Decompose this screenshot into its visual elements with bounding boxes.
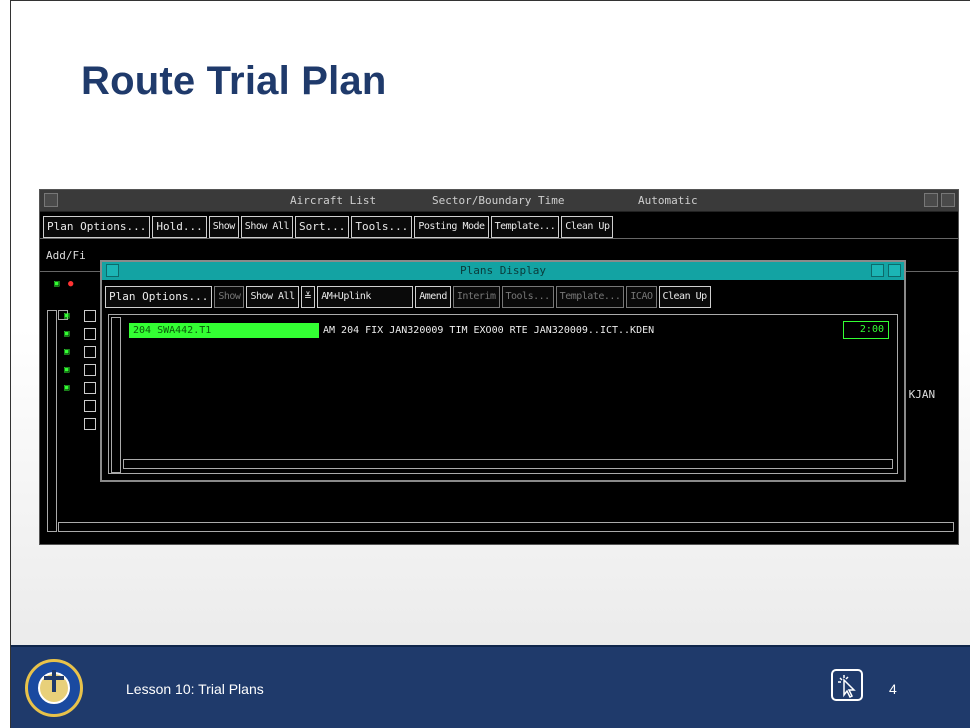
icao-button[interactable]: ICAO xyxy=(626,286,657,308)
hold-button[interactable]: Hold... xyxy=(152,216,207,238)
page-number: 4 xyxy=(889,681,897,697)
show-button[interactable]: Show xyxy=(214,286,245,308)
row-flight-icon: ▣ xyxy=(64,311,70,321)
slide-footer: Lesson 10: Trial Plans 4 xyxy=(11,645,970,728)
flight-plan-icon: ▣ xyxy=(54,279,60,289)
alert-icon: ● xyxy=(68,279,74,289)
aircraft-list-title: Aircraft List xyxy=(290,194,377,207)
screenshot-area: Aircraft List Sector/Boundary Time Autom… xyxy=(39,189,959,545)
automatic-label: Automatic xyxy=(638,194,698,207)
plans-list-panel: 204 SWA442.T1 AM 204 FIX JAN320009 TIM E… xyxy=(108,314,898,474)
row-checkbox[interactable] xyxy=(84,346,96,358)
row-flight-icon: ▣ xyxy=(64,383,70,393)
plan-options-button[interactable]: Plan Options... xyxy=(105,286,213,308)
template-button[interactable]: Template... xyxy=(490,216,560,238)
plans-display-title: Plans Display xyxy=(459,264,547,277)
aircraft-list-toolbar: Plan Options... Hold... Show Show All So… xyxy=(40,214,616,240)
aircraft-list-titlebar: Aircraft List Sector/Boundary Time Autom… xyxy=(40,190,958,212)
maximize-button[interactable] xyxy=(941,193,955,207)
minimize-button[interactable] xyxy=(924,193,938,207)
route-destination-text: .KJAN xyxy=(902,388,936,401)
tools-button[interactable]: Tools... xyxy=(501,286,554,308)
plan-route-text[interactable]: AM 204 FIX JAN320009 TIM EXO00 RTE JAN32… xyxy=(323,323,654,338)
row-checkbox[interactable] xyxy=(84,364,96,376)
plans-display-window: Plans Display Plan Options... Show Show … xyxy=(100,260,906,482)
row-checkbox[interactable] xyxy=(84,400,96,412)
sort-button[interactable]: Sort... xyxy=(294,216,350,238)
template-button[interactable]: Template... xyxy=(555,286,625,308)
posting-mode-button[interactable]: Posting Mode xyxy=(414,216,489,238)
window-menu-button[interactable] xyxy=(44,193,58,207)
row-checkbox[interactable] xyxy=(84,382,96,394)
show-all-button[interactable]: Show All xyxy=(246,286,299,308)
faa-seal-icon xyxy=(25,659,83,717)
selected-plan-id[interactable]: 204 SWA442.T1 xyxy=(129,323,319,338)
add-fix-label: Add/Fi xyxy=(46,249,86,262)
maximize-button[interactable] xyxy=(888,264,901,277)
show-all-button[interactable]: Show All xyxy=(240,216,293,238)
plans-display-toolbar: Plan Options... Show Show All ≚ AM+Uplin… xyxy=(102,284,714,310)
plans-horizontal-scrollbar[interactable] xyxy=(123,459,893,469)
interim-button[interactable]: Interim xyxy=(452,286,500,308)
row-checkbox[interactable] xyxy=(84,418,96,430)
slide: Route Trial Plan Aircraft List Sector/Bo… xyxy=(10,0,970,728)
plans-vertical-scrollbar[interactable] xyxy=(111,317,121,473)
row-checkbox[interactable] xyxy=(84,328,96,340)
plans-display-titlebar: Plans Display xyxy=(102,262,904,280)
clean-up-button[interactable]: Clean Up xyxy=(561,216,614,238)
cursor-click-icon[interactable] xyxy=(831,669,863,701)
tools-button[interactable]: Tools... xyxy=(351,216,413,238)
lesson-label: Lesson 10: Trial Plans xyxy=(126,681,264,697)
plan-options-button[interactable]: Plan Options... xyxy=(43,216,151,238)
clean-up-button[interactable]: Clean Up xyxy=(658,286,711,308)
plan-time-field[interactable]: 2:00 xyxy=(843,321,889,339)
row-flight-icon: ▣ xyxy=(64,329,70,339)
row-flight-icon: ▣ xyxy=(64,365,70,375)
sector-boundary-time-label: Sector/Boundary Time xyxy=(432,194,565,207)
amend-button[interactable]: Amend xyxy=(415,286,451,308)
row-flight-icon: ▣ xyxy=(64,347,70,357)
minimize-button[interactable] xyxy=(871,264,884,277)
sort-toggle-button[interactable]: ≚ xyxy=(300,286,316,308)
aircraft-list-horizontal-scrollbar[interactable] xyxy=(58,522,954,532)
slide-title: Route Trial Plan xyxy=(81,59,387,103)
uplink-dropdown[interactable]: AM+Uplink xyxy=(317,286,414,308)
aircraft-list-vertical-scrollbar[interactable] xyxy=(47,310,57,532)
row-checkbox[interactable] xyxy=(84,310,96,322)
show-button[interactable]: Show xyxy=(208,216,239,238)
